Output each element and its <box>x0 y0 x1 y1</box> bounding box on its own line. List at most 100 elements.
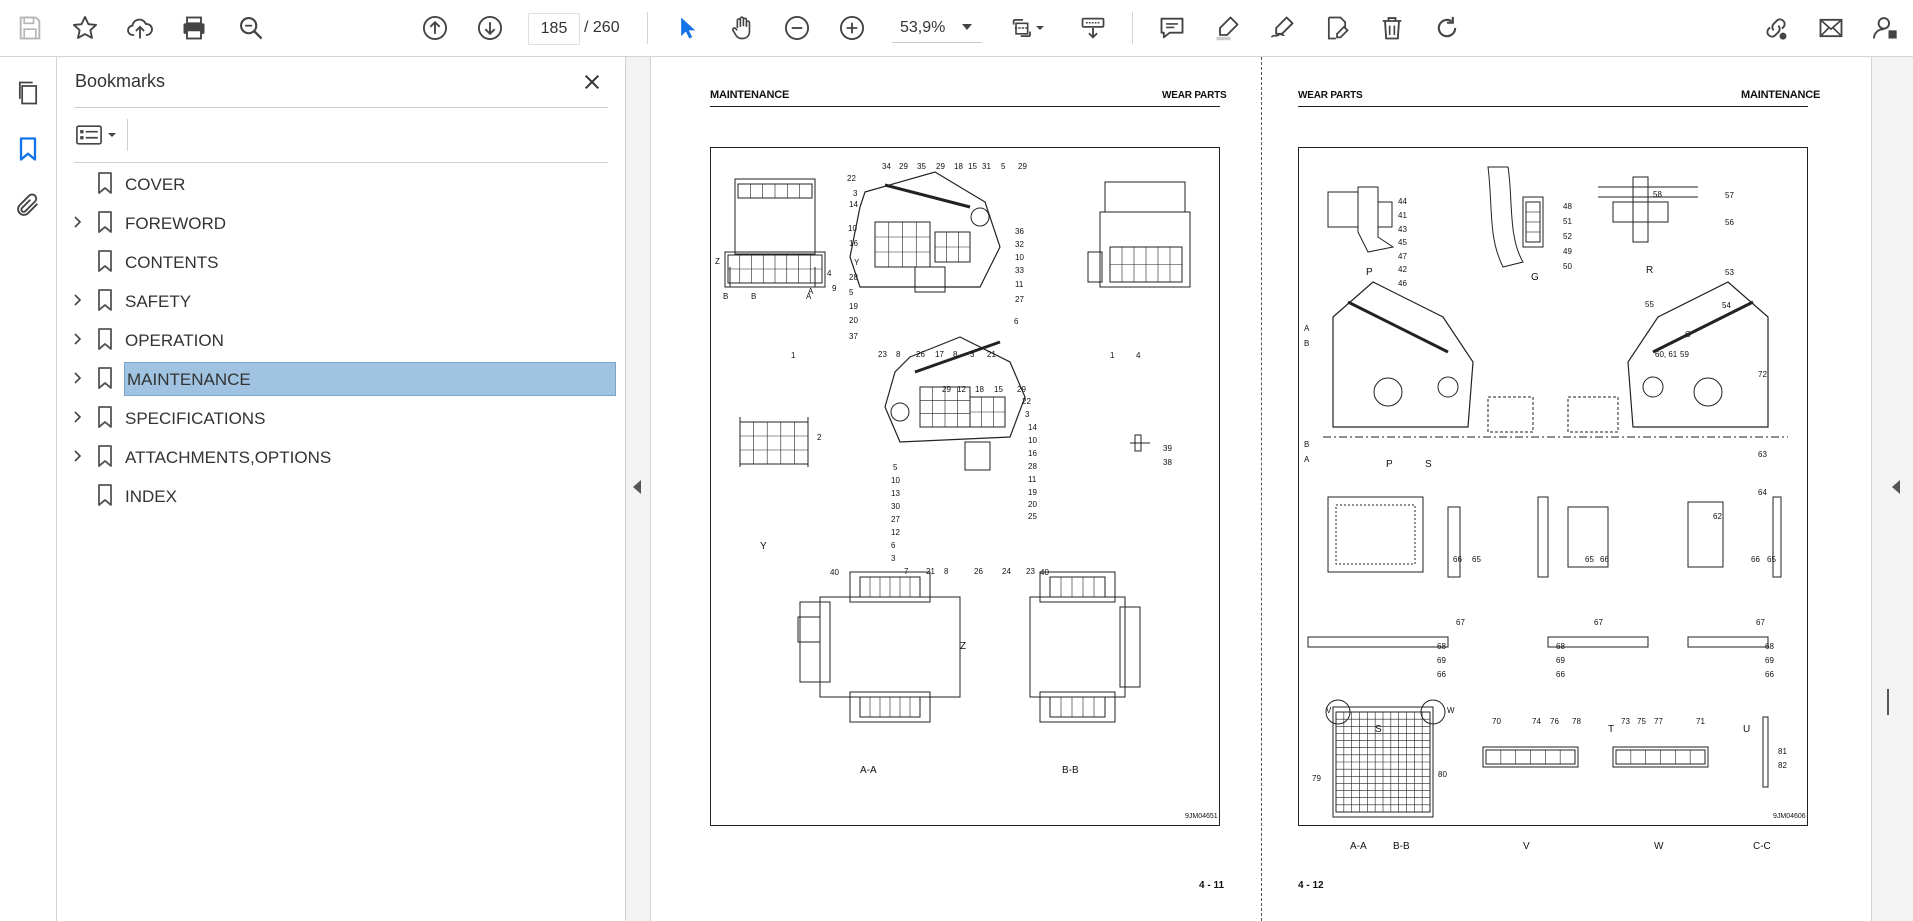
part-callout: 10 <box>1015 253 1024 262</box>
account-user-icon[interactable] <box>1867 10 1903 46</box>
redo-rotate-icon[interactable] <box>1429 10 1465 46</box>
part-callout: 6 <box>1014 317 1019 326</box>
bookmark-icon <box>98 172 112 194</box>
part-callout: 37 <box>849 332 858 341</box>
drawing-part <box>1049 696 1106 718</box>
zoom-dropdown-caret-icon[interactable] <box>962 24 972 30</box>
bookmarks-panel-icon[interactable] <box>12 133 44 165</box>
part-callout: 66 <box>1600 555 1609 564</box>
part-callout: 29 <box>899 162 908 171</box>
print-icon[interactable] <box>176 10 212 46</box>
part-callout: 66 <box>1751 555 1760 564</box>
share-link-icon[interactable] <box>1758 10 1794 46</box>
panel-splitter[interactable] <box>626 57 651 921</box>
chevron-right-icon[interactable] <box>71 371 85 385</box>
scroll-mode-icon[interactable] <box>1075 10 1111 46</box>
part-callout: 20 <box>1028 500 1037 509</box>
bookmark-icon <box>98 445 112 467</box>
part-callout: 40 <box>1040 568 1049 577</box>
zoom-out-icon[interactable] <box>779 10 815 46</box>
bookmark-options-button[interactable] <box>75 119 121 151</box>
part-callout: 67 <box>1456 618 1465 627</box>
view-label: Z <box>960 641 966 652</box>
zoom-search-icon[interactable] <box>233 10 269 46</box>
drawing-part <box>739 421 809 465</box>
next-page-icon[interactable] <box>472 10 508 46</box>
email-icon[interactable] <box>1813 10 1849 46</box>
drawing-part <box>1307 636 1449 648</box>
star-icon[interactable] <box>67 10 103 46</box>
drawing-part <box>1487 166 1524 268</box>
part-callout: 12 <box>891 528 900 537</box>
upload-cloud-icon[interactable] <box>122 10 158 46</box>
part-callout: 11 <box>1015 280 1024 289</box>
attachments-paperclip-icon[interactable] <box>12 189 44 221</box>
bookmark-item[interactable]: OPERATION <box>57 321 625 357</box>
part-callout: 45 <box>1398 238 1407 247</box>
draw-signature-icon[interactable] <box>1264 10 1300 46</box>
part-callout: 50 <box>1563 262 1572 271</box>
scroll-indicator[interactable] <box>1887 689 1889 715</box>
page-thumbnails-icon[interactable] <box>12 77 44 109</box>
hand-tool-icon[interactable] <box>724 10 760 46</box>
right-panel-toggle[interactable] <box>1871 57 1913 921</box>
part-callout: 3 <box>970 350 975 359</box>
page-number-input[interactable]: 185 <box>528 13 580 45</box>
bookmark-item[interactable]: COVER <box>57 165 625 201</box>
chevron-right-icon[interactable] <box>71 215 85 229</box>
drawing-part <box>1437 376 1459 398</box>
bookmark-icon <box>98 367 112 389</box>
chevron-right-icon[interactable] <box>71 449 85 463</box>
page-number: 4 - 11 <box>1199 880 1225 891</box>
view-label: G <box>1531 272 1539 283</box>
part-callout: 30 <box>891 502 900 511</box>
part-callout: V <box>1326 706 1332 715</box>
collapse-panel-arrow-icon[interactable] <box>633 480 641 494</box>
drawing-part <box>1119 606 1141 688</box>
edit-pdf-icon[interactable] <box>1319 10 1355 46</box>
part-callout: 11 <box>1028 475 1037 484</box>
comment-icon[interactable] <box>1154 10 1190 46</box>
save-icon[interactable] <box>12 10 48 46</box>
bookmark-item[interactable]: CONTENTS <box>57 243 625 279</box>
zoom-in-icon[interactable] <box>834 10 870 46</box>
bookmark-item[interactable]: ATTACHMENTS,OPTIONS <box>57 438 625 474</box>
expand-right-panel-arrow-icon[interactable] <box>1892 480 1900 494</box>
bookmark-item[interactable]: INDEX <box>57 477 625 513</box>
drawing-part <box>1762 716 1769 788</box>
drawing-part <box>890 402 910 422</box>
chevron-right-icon[interactable] <box>71 410 85 424</box>
part-callout: A <box>1304 324 1310 333</box>
part-callout: 20 <box>849 316 858 325</box>
part-callout: 24 <box>1002 567 1011 576</box>
part-callout: 38 <box>1163 458 1172 467</box>
part-callout: 68 <box>1437 642 1446 651</box>
drawing-part <box>1099 211 1191 288</box>
document-viewport[interactable]: MAINTENANCE WEAR PARTS 34 29 35 29 18 15 31 5 29… <box>651 57 1889 921</box>
select-cursor-icon[interactable] <box>669 10 705 46</box>
part-callout: 31 <box>982 162 991 171</box>
previous-page-icon[interactable] <box>417 10 453 46</box>
chevron-right-icon[interactable] <box>71 332 85 346</box>
part-callout: 8 <box>953 350 958 359</box>
page-fit-caret-icon[interactable] <box>1030 10 1050 46</box>
close-panel-button[interactable] <box>577 67 607 97</box>
bookmark-icon <box>98 211 112 233</box>
delete-trash-icon[interactable] <box>1374 10 1410 46</box>
part-callout: Y <box>854 258 860 267</box>
bookmark-item[interactable]: SAFETY <box>57 282 625 318</box>
drawing-part <box>1327 186 1395 253</box>
bookmark-item[interactable]: FOREWORD <box>57 204 625 240</box>
part-callout: 22 <box>1022 397 1031 406</box>
view-label: S <box>1425 459 1432 470</box>
bookmark-label: COVER <box>125 175 186 194</box>
bookmark-item[interactable]: MAINTENANCE <box>57 360 625 396</box>
highlight-pen-icon[interactable] <box>1209 10 1245 46</box>
bookmark-item[interactable]: SPECIFICATIONS <box>57 399 625 435</box>
header-rule <box>1298 106 1808 107</box>
drawing-part <box>1327 496 1424 573</box>
part-callout: 51 <box>1563 217 1572 226</box>
chevron-right-icon[interactable] <box>71 293 85 307</box>
part-callout: 58 <box>1653 190 1662 199</box>
part-callout: 66 <box>1437 670 1446 679</box>
